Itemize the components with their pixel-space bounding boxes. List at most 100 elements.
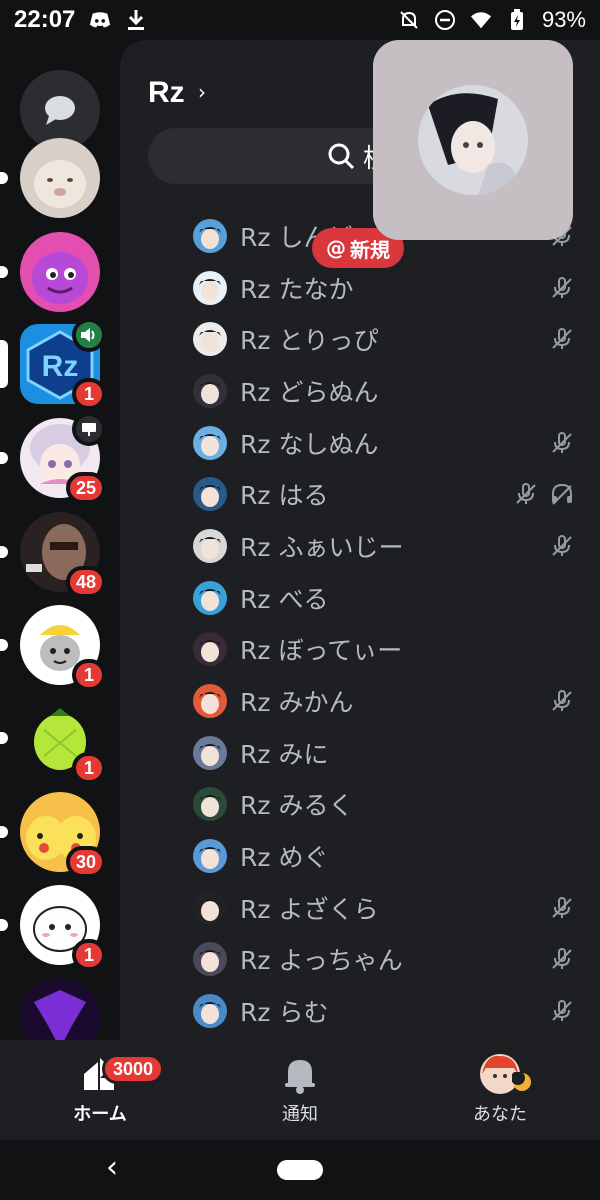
bell-icon: [285, 1060, 315, 1094]
member-avatar: [193, 994, 227, 1029]
member-avatar: [193, 425, 227, 460]
mic-muted-icon: [550, 327, 574, 351]
member-name: Rz よっちゃん: [240, 946, 403, 976]
battery-level: 93%: [541, 7, 586, 32]
voice-member-row[interactable]: Rz なしぬん: [120, 417, 600, 469]
mic-muted-icon: [550, 689, 574, 713]
voice-member-row[interactable]: Rz とりっぴ: [120, 313, 600, 365]
voice-member-row[interactable]: Rz よっちゃん: [120, 934, 600, 986]
voice-member-row[interactable]: Rz めぐ: [120, 830, 600, 882]
server-icon-rz[interactable]: Rz 1: [0, 318, 106, 410]
voice-member-row[interactable]: Rz べる: [120, 572, 600, 624]
voice-member-list: Rz しんど Rz たなか Rz とりっぴ Rz どらぬん Rz なしぬん Rz はる Rz…: [120, 210, 600, 1037]
member-name: Rz とりっぴ: [240, 326, 379, 356]
server-icon-blurry-face[interactable]: 48: [0, 512, 106, 598]
voice-member-row[interactable]: Rz たなか: [120, 262, 600, 314]
member-name: Rz ぼってぃー: [240, 636, 403, 666]
mic-muted-icon: [550, 276, 574, 300]
member-status-icons: [550, 999, 574, 1023]
server-icon-cat-helmet[interactable]: 1: [0, 605, 106, 691]
voice-member-row[interactable]: Rz みるく: [120, 779, 600, 831]
server-rail: Rz 1 25 48 1 1 30 1: [0, 40, 120, 1040]
voice-member-row[interactable]: Rz はる: [120, 468, 600, 520]
svg-text:Rz: Rz: [42, 350, 79, 383]
server-icon-purple-logo[interactable]: [20, 978, 100, 1040]
member-avatar: [193, 373, 227, 408]
nav-home[interactable]: 3000 ホーム: [20, 1054, 180, 1126]
voice-member-row[interactable]: Rz みかん: [120, 675, 600, 727]
server-icon-purple-creature[interactable]: [0, 232, 100, 312]
mic-muted-icon: [514, 482, 538, 506]
at-icon: @: [326, 236, 346, 260]
voice-member-row[interactable]: Rz らむ: [120, 985, 600, 1037]
member-avatar: [193, 270, 227, 305]
mention-badge: 1: [72, 378, 106, 410]
mention-badge: 30: [65, 846, 106, 878]
mention-badge: 1: [72, 659, 106, 691]
member-avatar: [193, 787, 227, 822]
server-icon-melon[interactable]: 1: [0, 698, 106, 784]
unread-indicator: [0, 452, 8, 464]
member-name: Rz たなか: [240, 274, 354, 304]
unread-indicator: [0, 546, 8, 558]
member-name: Rz ふぁいじー: [240, 532, 404, 562]
nav-you[interactable]: あなた: [420, 1054, 580, 1126]
member-avatar: [193, 322, 227, 357]
idle-moon-icon: [512, 1072, 531, 1091]
member-avatar: [193, 580, 227, 615]
voice-member-row[interactable]: Rz みに: [120, 727, 600, 779]
nav-home-label: ホーム: [73, 1104, 127, 1125]
battery-charging-icon: [506, 9, 528, 31]
server-icon-cat[interactable]: [0, 138, 100, 218]
headphones-deafened-icon: [550, 482, 574, 506]
member-status-icons: [550, 431, 574, 455]
mic-muted-icon: [550, 534, 574, 558]
member-status-icons: [514, 482, 574, 506]
voice-member-row[interactable]: Rz よざくら: [120, 882, 600, 934]
server-icon-pikachu[interactable]: 30: [0, 792, 106, 878]
nav-you-label: あなた: [473, 1104, 527, 1125]
member-name: Rz はる: [240, 481, 329, 511]
server-icon-chiikawa[interactable]: 1: [0, 885, 106, 971]
mic-muted-icon: [550, 947, 574, 971]
voice-active-badge: [72, 318, 106, 352]
download-icon: [125, 9, 147, 31]
mention-badge: 1: [72, 752, 106, 784]
member-status-icons: [550, 689, 574, 713]
voice-pip-overlay[interactable]: [373, 40, 573, 240]
voice-member-row[interactable]: Rz ふぁいじー: [120, 520, 600, 572]
nav-notifications[interactable]: 通知: [220, 1054, 380, 1126]
wifi-icon: [470, 9, 492, 31]
server-avatar: [20, 978, 100, 1040]
member-avatar: [193, 839, 227, 874]
member-status-icons: [550, 896, 574, 920]
mention-badge: 1: [72, 939, 106, 971]
member-avatar: [193, 942, 227, 977]
unread-indicator: [0, 732, 8, 744]
do-not-disturb-icon: [434, 9, 456, 31]
home-badge: 3000: [102, 1054, 165, 1084]
member-status-icons: [550, 947, 574, 971]
home-gesture-pill[interactable]: [277, 1160, 323, 1180]
voice-member-row[interactable]: Rz どらぬん: [120, 365, 600, 417]
new-mentions-label: 新規: [350, 237, 390, 262]
chat-bubble-icon: [45, 96, 75, 125]
speaker-avatar: [418, 85, 528, 195]
member-name: Rz なしぬん: [240, 429, 379, 459]
server-title[interactable]: Rz: [148, 76, 185, 110]
member-status-icons: [550, 327, 574, 351]
unread-indicator: [0, 826, 8, 838]
member-avatar: [193, 890, 227, 925]
stage-badge: [72, 412, 106, 446]
mic-muted-icon: [550, 999, 574, 1023]
chevron-right-icon[interactable]: ›: [198, 80, 206, 104]
member-name: Rz よざくら: [240, 894, 379, 924]
back-icon[interactable]: ‹: [106, 1150, 118, 1185]
member-avatar: [193, 735, 227, 770]
member-status-icons: [550, 534, 574, 558]
nav-notifications-label: 通知: [282, 1104, 318, 1125]
member-name: Rz べる: [240, 584, 329, 614]
voice-member-row[interactable]: Rz ぼってぃー: [120, 624, 600, 676]
server-icon-anime-girl[interactable]: 25: [0, 412, 106, 504]
discord-icon: [89, 9, 111, 31]
